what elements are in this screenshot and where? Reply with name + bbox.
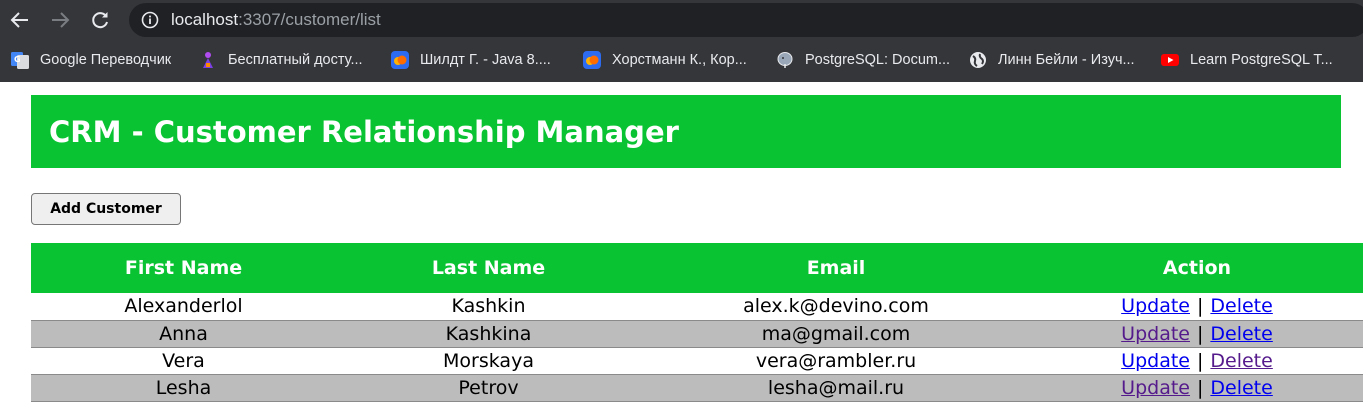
url-host: localhost: [171, 10, 239, 29]
page-title: CRM - Customer Relationship Manager: [49, 115, 679, 149]
last-name-cell: Kashkin: [336, 293, 641, 321]
purple-person-icon: [203, 52, 213, 68]
table-row: Vera Morskaya vera@rambler.ru Update | Del…: [31, 347, 1363, 375]
customer-table: First Name Last Name Email Action Alexan…: [31, 243, 1363, 402]
table-row: Lesha Petrov lesha@mail.ru Update | Delete: [31, 374, 1363, 402]
back-button[interactable]: [6, 6, 34, 34]
bookmark-google-translate[interactable]: G Google Переводчик: [11, 50, 171, 70]
action-separator: |: [1196, 376, 1204, 399]
first-name-cell: Lesha: [31, 374, 336, 402]
email-cell: vera@rambler.ru: [641, 347, 1031, 375]
bookmark-label: Learn PostgreSQL T...: [1190, 52, 1333, 68]
action-separator: |: [1196, 295, 1204, 318]
info-icon[interactable]: [141, 11, 159, 29]
google-translate-icon: G: [11, 52, 29, 69]
url-text: localhost:3307/customer/list: [171, 10, 381, 30]
column-header-email: Email: [641, 243, 1031, 293]
forward-button[interactable]: [46, 6, 74, 34]
delete-link[interactable]: Delete: [1210, 295, 1272, 317]
action-cell: Update | Delete: [1031, 293, 1363, 321]
action-cell: Update | Delete: [1031, 320, 1363, 348]
table-header-row: First Name Last Name Email Action: [31, 243, 1363, 293]
action-separator: |: [1196, 349, 1204, 372]
action-cell: Update | Delete: [1031, 374, 1363, 402]
bookmark-horstmann[interactable]: Хорстманн К., Кор...: [583, 50, 747, 70]
cloud-books-icon: [583, 51, 601, 69]
delete-link[interactable]: Delete: [1210, 323, 1272, 345]
address-bar[interactable]: localhost:3307/customer/list: [129, 3, 1363, 37]
column-header-last-name: Last Name: [336, 243, 641, 293]
bookmark-label: Шилдт Г. - Java 8....: [420, 52, 551, 68]
svg-text:G: G: [14, 55, 21, 64]
page-header: CRM - Customer Relationship Manager: [31, 95, 1341, 168]
bookmark-label: PostgreSQL: Docum...: [805, 52, 951, 68]
first-name-cell: Vera: [31, 347, 336, 375]
update-link[interactable]: Update: [1121, 377, 1190, 399]
globe-icon: [970, 52, 986, 68]
first-name-cell: Alexanderlol: [31, 293, 336, 321]
update-link[interactable]: Update: [1121, 295, 1190, 317]
bookmark-label: Хорстманн К., Кор...: [612, 52, 747, 68]
column-header-action: Action: [1031, 243, 1363, 293]
first-name-cell: Anna: [31, 320, 336, 348]
bookmark-label: Бесплатный досту...: [228, 52, 363, 68]
reload-icon: [92, 12, 108, 29]
youtube-icon: [1161, 54, 1179, 66]
cloud-books-icon: [391, 51, 409, 69]
delete-link[interactable]: Delete: [1210, 350, 1272, 372]
bookmark-linn-beily[interactable]: Линн Бейли - Изуч...: [969, 50, 1135, 70]
url-path: :3307/customer/list: [238, 10, 381, 29]
delete-link[interactable]: Delete: [1210, 377, 1272, 399]
bookmark-free-access[interactable]: Бесплатный досту...: [199, 50, 363, 70]
bookmark-learn-postgresql[interactable]: Learn PostgreSQL T...: [1161, 50, 1333, 70]
last-name-cell: Kashkina: [336, 320, 641, 348]
action-separator: |: [1196, 322, 1204, 345]
table-row: Anna Kashkina ma@gmail.com Update | Delete: [31, 320, 1363, 348]
bookmark-schildt-java[interactable]: Шилдт Г. - Java 8....: [391, 50, 551, 70]
email-cell: alex.k@devino.com: [641, 293, 1031, 321]
bookmark-postgresql-docs[interactable]: PostgreSQL: Docum...: [776, 50, 950, 70]
reload-button[interactable]: [86, 6, 114, 34]
browser-toolbar: localhost:3307/customer/list: [0, 0, 1363, 40]
bookmark-label: Линн Бейли - Изуч...: [998, 52, 1135, 68]
last-name-cell: Petrov: [336, 374, 641, 402]
update-link[interactable]: Update: [1121, 350, 1190, 372]
last-name-cell: Morskaya: [336, 347, 641, 375]
action-cell: Update | Delete: [1031, 347, 1363, 375]
arrow-right-icon: [52, 12, 70, 28]
update-link[interactable]: Update: [1121, 323, 1190, 345]
table-row: Alexanderlol Kashkin alex.k@devino.com U…: [31, 293, 1363, 321]
add-customer-button[interactable]: Add Customer: [31, 193, 181, 225]
arrow-left-icon: [10, 12, 28, 28]
postgresql-elephant-icon: [777, 52, 793, 68]
bookmark-label: Google Переводчик: [40, 52, 172, 68]
email-cell: lesha@mail.ru: [641, 374, 1031, 402]
email-cell: ma@gmail.com: [641, 320, 1031, 348]
bookmarks-bar: G Google Переводчик Бесплатный досту... …: [0, 40, 1363, 82]
column-header-first-name: First Name: [31, 243, 336, 293]
